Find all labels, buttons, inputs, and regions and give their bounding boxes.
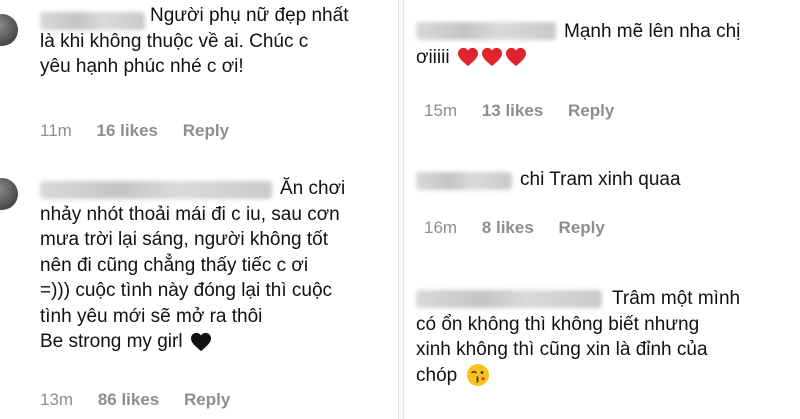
comment-meta: 16m 8 likes Reply [424,218,625,238]
comment-meta: 11m 16 likes Reply [40,121,249,141]
comments-panel-right: Mạnh mẽ lên nha chị ơiiiii 15m 13 likes … [400,0,800,419]
comment-time: 13m [40,390,74,409]
likes-count[interactable]: 13 likes [482,101,543,120]
reply-button[interactable]: Reply [568,101,614,120]
kiss-face-icon [467,364,490,387]
avatar[interactable] [0,14,18,46]
comment-text: Ăn chơi nhảy nhót thoải mái đi c iu, sau… [40,178,346,352]
comment-time: 16m [424,218,458,237]
red-heart-icon [481,48,502,67]
comment-time: 15m [424,101,458,120]
likes-count[interactable]: 8 likes [482,218,534,237]
comment-text: chi Tram xinh quaa [520,169,681,190]
comments-panel-left: Người phụ nữ đẹp nhất là khi không thuộc… [0,0,400,419]
reply-button[interactable]: Reply [559,218,605,237]
reply-button[interactable]: Reply [183,121,229,140]
comment-meta: 13m 86 likes Reply [40,390,250,410]
likes-count[interactable]: 16 likes [97,121,158,140]
likes-count[interactable]: 86 likes [98,390,159,409]
black-heart-icon [190,332,211,352]
red-heart-icon [457,48,478,67]
avatar[interactable] [0,178,18,210]
comment-meta: 15m 13 likes Reply [424,101,634,121]
red-heart-icon [505,48,526,67]
comment-time: 11m [40,121,72,140]
comment-text: Trâm một mình có ổn không thì không biết… [416,288,741,387]
reply-button[interactable]: Reply [184,390,230,409]
comment-text: Mạnh mẽ lên nha chị ơiiiii [416,21,741,68]
comment-text: Người phụ nữ đẹp nhất là khi không thuộc… [40,5,349,77]
